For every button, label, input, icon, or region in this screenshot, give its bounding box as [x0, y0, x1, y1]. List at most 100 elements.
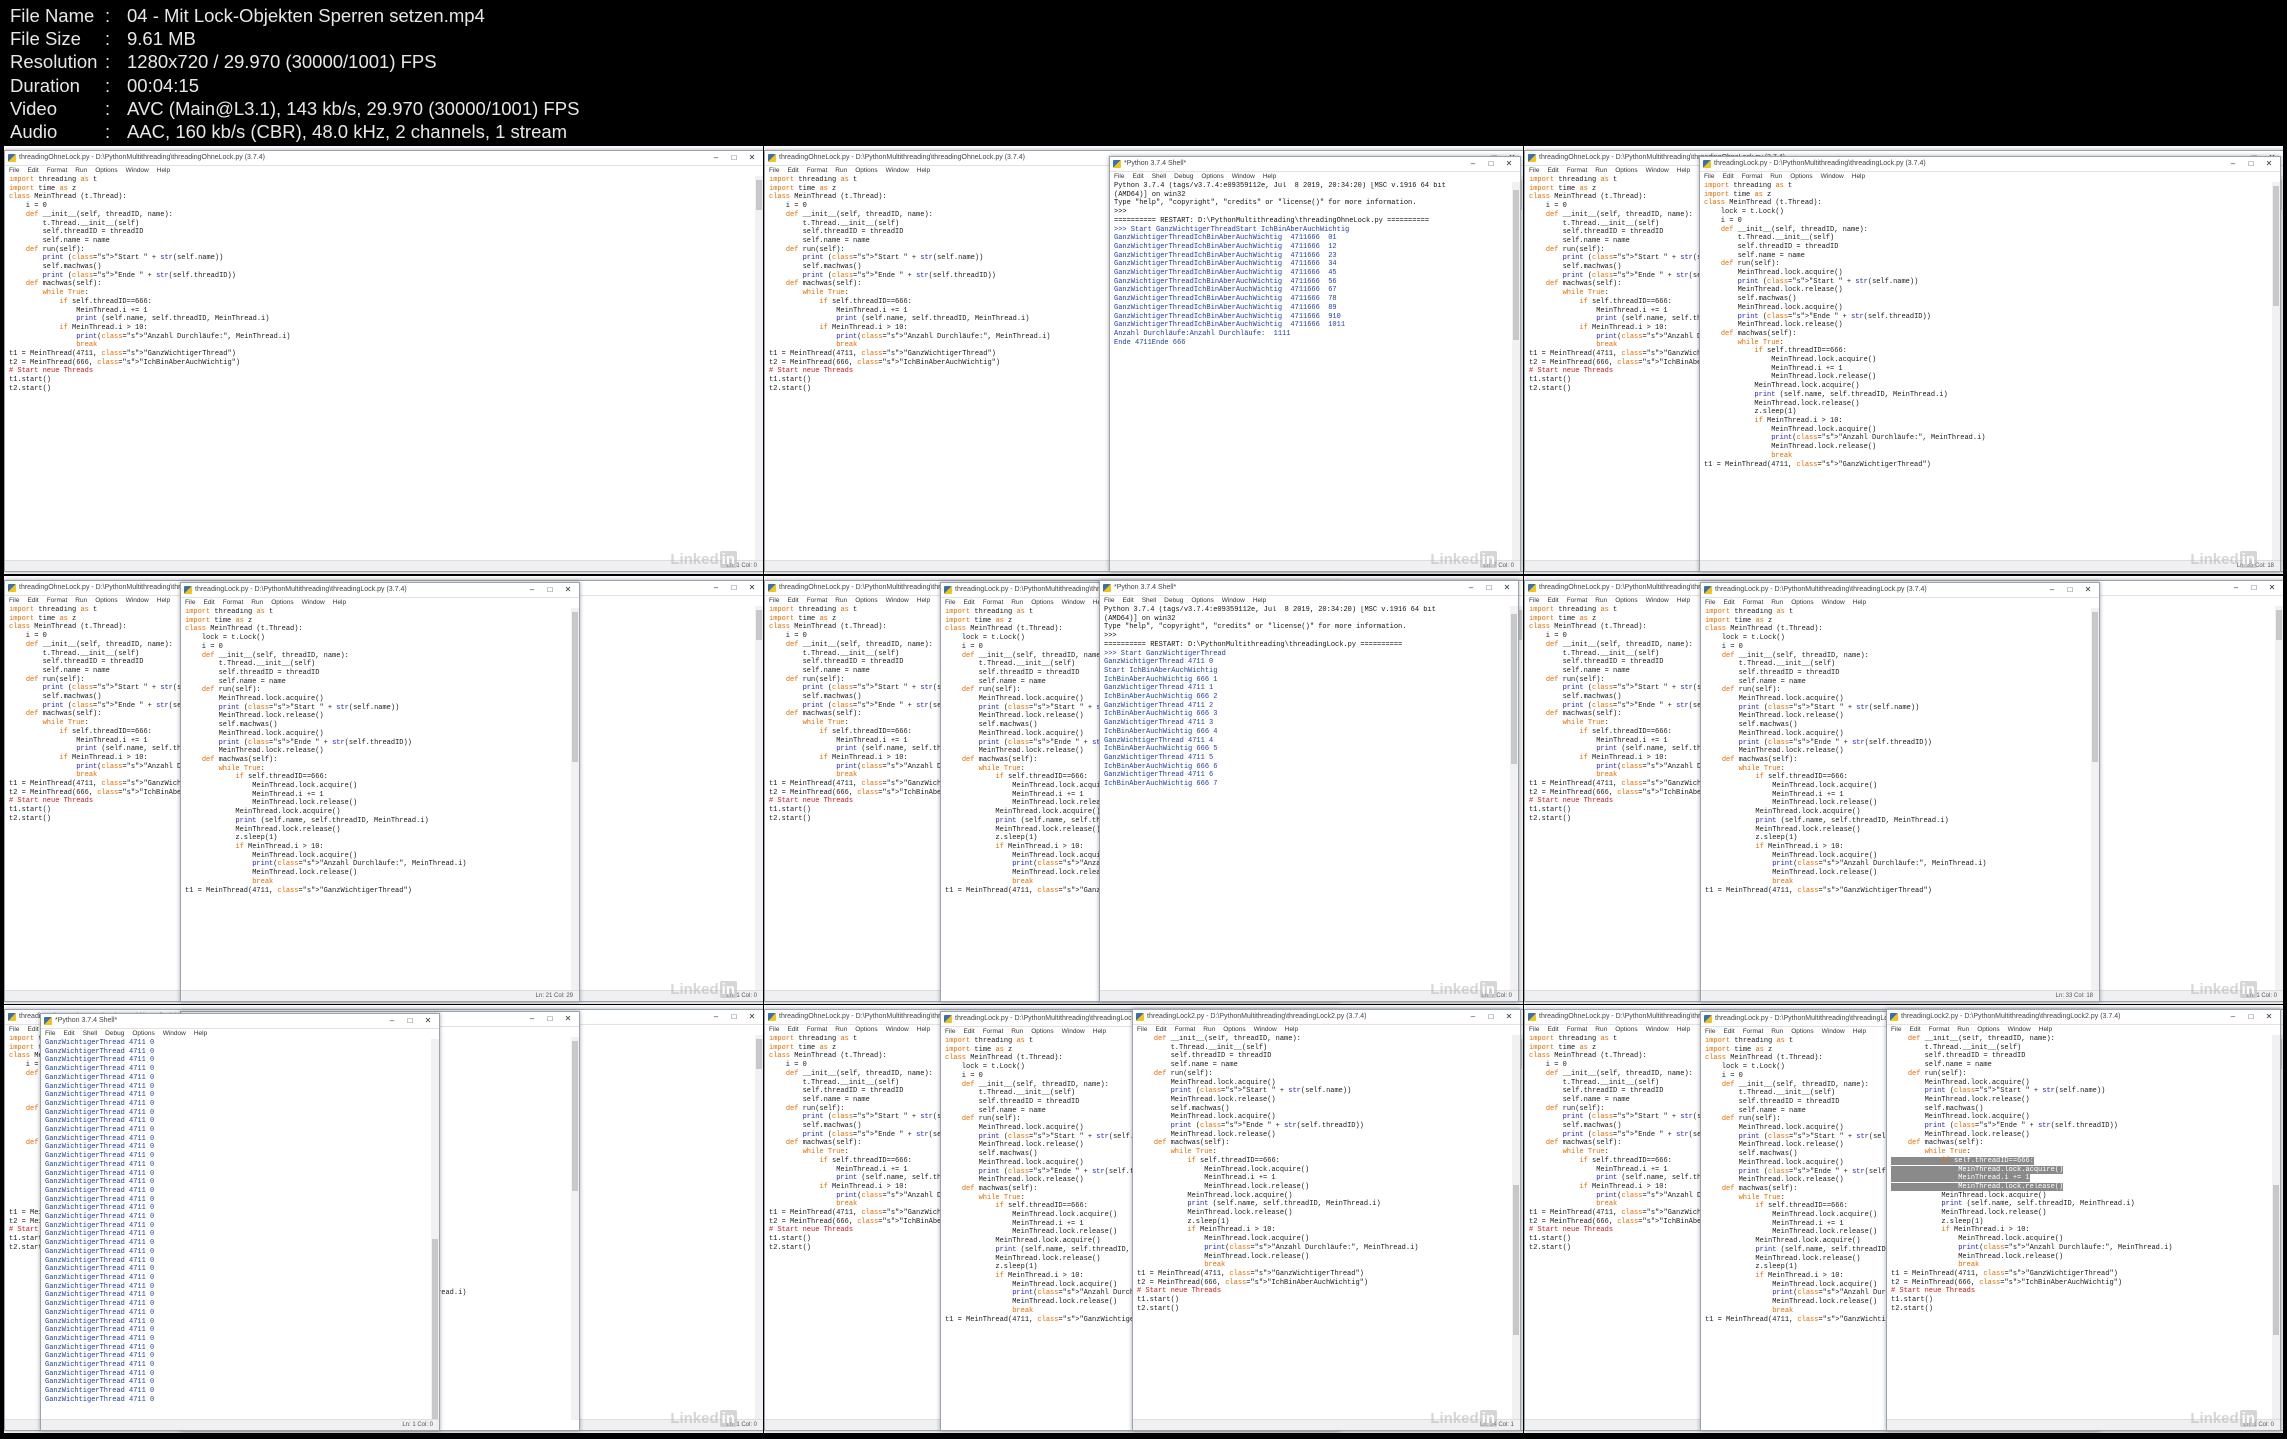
window-titlebar[interactable]: *Python 3.7.4 Shell* – □ ✕ — [1100, 581, 1518, 596]
menu-help[interactable]: Help — [1677, 167, 1690, 174]
minimize-icon[interactable]: – — [707, 1010, 725, 1024]
menu-options[interactable]: Options — [1201, 173, 1223, 180]
menu-format[interactable]: Format — [223, 599, 244, 606]
menu-help[interactable]: Help — [917, 1026, 930, 1033]
minimize-icon[interactable]: – — [2227, 581, 2245, 595]
menu-edit[interactable]: Edit — [1722, 173, 1733, 180]
menu-window[interactable]: Window — [886, 167, 909, 174]
close-icon[interactable]: ✕ — [559, 1012, 577, 1026]
menu-window[interactable]: Window — [302, 599, 325, 606]
maximize-icon[interactable]: □ — [725, 1010, 743, 1024]
menu-help[interactable]: Help — [157, 167, 170, 174]
menu-window[interactable]: Window — [1646, 167, 1669, 174]
menu-options[interactable]: Options — [1977, 1026, 1999, 1033]
menu-file[interactable]: File — [45, 1030, 55, 1037]
menu-help[interactable]: Help — [1285, 1026, 1298, 1033]
menu-edit[interactable]: Edit — [787, 1026, 798, 1033]
scrollbar-thumb[interactable] — [432, 1239, 438, 1419]
shell-window[interactable]: *Python 3.7.4 Shell* – □ ✕ File Edit Shell Debu… — [1109, 156, 1521, 572]
menu-edit[interactable]: Edit — [1132, 173, 1143, 180]
close-icon[interactable]: ✕ — [2260, 1010, 2278, 1024]
minimize-icon[interactable]: – — [707, 581, 725, 595]
code-editor[interactable]: import threading as timport time as zcla… — [1700, 182, 2280, 561]
menu-options[interactable]: Options — [1615, 1026, 1637, 1033]
menu-window[interactable]: Window — [163, 1030, 186, 1037]
close-icon[interactable]: ✕ — [1498, 581, 1516, 595]
close-icon[interactable]: ✕ — [743, 151, 761, 165]
editor-window-lock[interactable]: threadingLock.py - D:\PythonMultithreadi… — [180, 582, 580, 1002]
menu-file[interactable]: File — [1705, 599, 1715, 606]
menu-options[interactable]: Options — [95, 167, 117, 174]
menu-run[interactable]: Run — [1595, 1026, 1607, 1033]
menu-file[interactable]: File — [185, 599, 195, 606]
menu-edit[interactable]: Edit — [787, 167, 798, 174]
menu-help[interactable]: Help — [333, 599, 346, 606]
menu-debug[interactable]: Debug — [1164, 597, 1183, 604]
menu-window[interactable]: Window — [1646, 1026, 1669, 1033]
menu-run[interactable]: Run — [1011, 599, 1023, 606]
menu-file[interactable]: File — [1529, 1026, 1539, 1033]
vertical-scrollbar[interactable] — [1512, 182, 1520, 561]
scrollbar-thumb[interactable] — [2276, 610, 2282, 640]
scrollbar-thumb[interactable] — [756, 610, 762, 640]
menu-file[interactable]: File — [1705, 1028, 1715, 1035]
menu-help[interactable]: Help — [917, 167, 930, 174]
menu-file[interactable]: File — [945, 1028, 955, 1035]
menu-file[interactable]: File — [9, 1026, 19, 1033]
maximize-icon[interactable]: □ — [1480, 581, 1498, 595]
code-editor[interactable]: import threading as timport time as zcla… — [5, 176, 763, 561]
menu-run[interactable]: Run — [1595, 167, 1607, 174]
vertical-scrollbar[interactable] — [1510, 606, 1518, 991]
menu-file[interactable]: File — [9, 167, 19, 174]
maximize-icon[interactable]: □ — [2242, 157, 2260, 171]
vertical-scrollbar[interactable] — [755, 1035, 763, 1420]
menu-file[interactable]: File — [1114, 173, 1124, 180]
menu-options[interactable]: Options — [1791, 599, 1813, 606]
menu-edit[interactable]: Edit — [1122, 597, 1133, 604]
menu-help[interactable]: Help — [917, 597, 930, 604]
menu-format[interactable]: Format — [807, 1026, 828, 1033]
menu-help[interactable]: Help — [194, 1030, 207, 1037]
menu-run[interactable]: Run — [1011, 1028, 1023, 1035]
menu-file[interactable]: File — [769, 1026, 779, 1033]
menu-window[interactable]: Window — [2008, 1026, 2031, 1033]
menu-edit[interactable]: Edit — [27, 1026, 38, 1033]
menu-file[interactable]: File — [769, 597, 779, 604]
menu-options[interactable]: Options — [132, 1030, 154, 1037]
menu-edit[interactable]: Edit — [963, 1028, 974, 1035]
menu-window[interactable]: Window — [1822, 599, 1845, 606]
menu-file[interactable]: File — [769, 167, 779, 174]
menu-edit[interactable]: Edit — [1723, 599, 1734, 606]
menu-file[interactable]: File — [9, 597, 19, 604]
close-icon[interactable]: ✕ — [2079, 583, 2097, 597]
maximize-icon[interactable]: □ — [1482, 1010, 1500, 1024]
menu-shell[interactable]: Shell — [1142, 597, 1156, 604]
maximize-icon[interactable]: □ — [401, 1014, 419, 1028]
vertical-scrollbar[interactable] — [571, 1037, 579, 1420]
window-titlebar[interactable]: *Python 3.7.4 Shell* – □ ✕ — [1110, 157, 1520, 172]
editor-window-lock[interactable]: threadingLock.py - D:\PythonMultithreadi… — [1700, 582, 2100, 1002]
menu-run[interactable]: Run — [835, 167, 847, 174]
minimize-icon[interactable]: – — [2224, 1010, 2242, 1024]
shell-window[interactable]: *Python 3.7.4 Shell* – □ ✕ File Edit Shell Debu… — [1099, 580, 1519, 1002]
menu-help[interactable]: Help — [1852, 173, 1865, 180]
shell-window[interactable]: *Python 3.7.4 Shell* – □ ✕ File Edit Shell Debu… — [40, 1013, 440, 1431]
maximize-icon[interactable]: □ — [541, 1012, 559, 1026]
vertical-scrollbar[interactable] — [2091, 608, 2099, 991]
maximize-icon[interactable]: □ — [725, 151, 743, 165]
window-titlebar[interactable]: threadingOhneLock.py - D:\PythonMultithr… — [5, 151, 763, 166]
menu-edit[interactable]: Edit — [1155, 1026, 1166, 1033]
maximize-icon[interactable]: □ — [1482, 157, 1500, 171]
menu-edit[interactable]: Edit — [1547, 1026, 1558, 1033]
scrollbar-thumb[interactable] — [1513, 1185, 1519, 1335]
minimize-icon[interactable]: – — [1462, 581, 1480, 595]
shell-output[interactable]: GanzWichtigerThread 4711 0 GanzWichtigerT… — [41, 1039, 439, 1420]
shell-output[interactable]: Python 3.7.4 (tags/v3.7.4:e09359112e, Ju… — [1110, 182, 1520, 561]
menu-edit[interactable]: Edit — [1547, 597, 1558, 604]
window-titlebar[interactable]: threadingLock.py - D:\PythonMultithreadi… — [1700, 157, 2280, 172]
close-icon[interactable]: ✕ — [1500, 1010, 1518, 1024]
menu-help[interactable]: Help — [1677, 1026, 1690, 1033]
menu-window[interactable]: Window — [1646, 597, 1669, 604]
menu-shell[interactable]: Shell — [83, 1030, 97, 1037]
code-editor[interactable]: import threading as timport time as zcla… — [1701, 608, 2099, 991]
